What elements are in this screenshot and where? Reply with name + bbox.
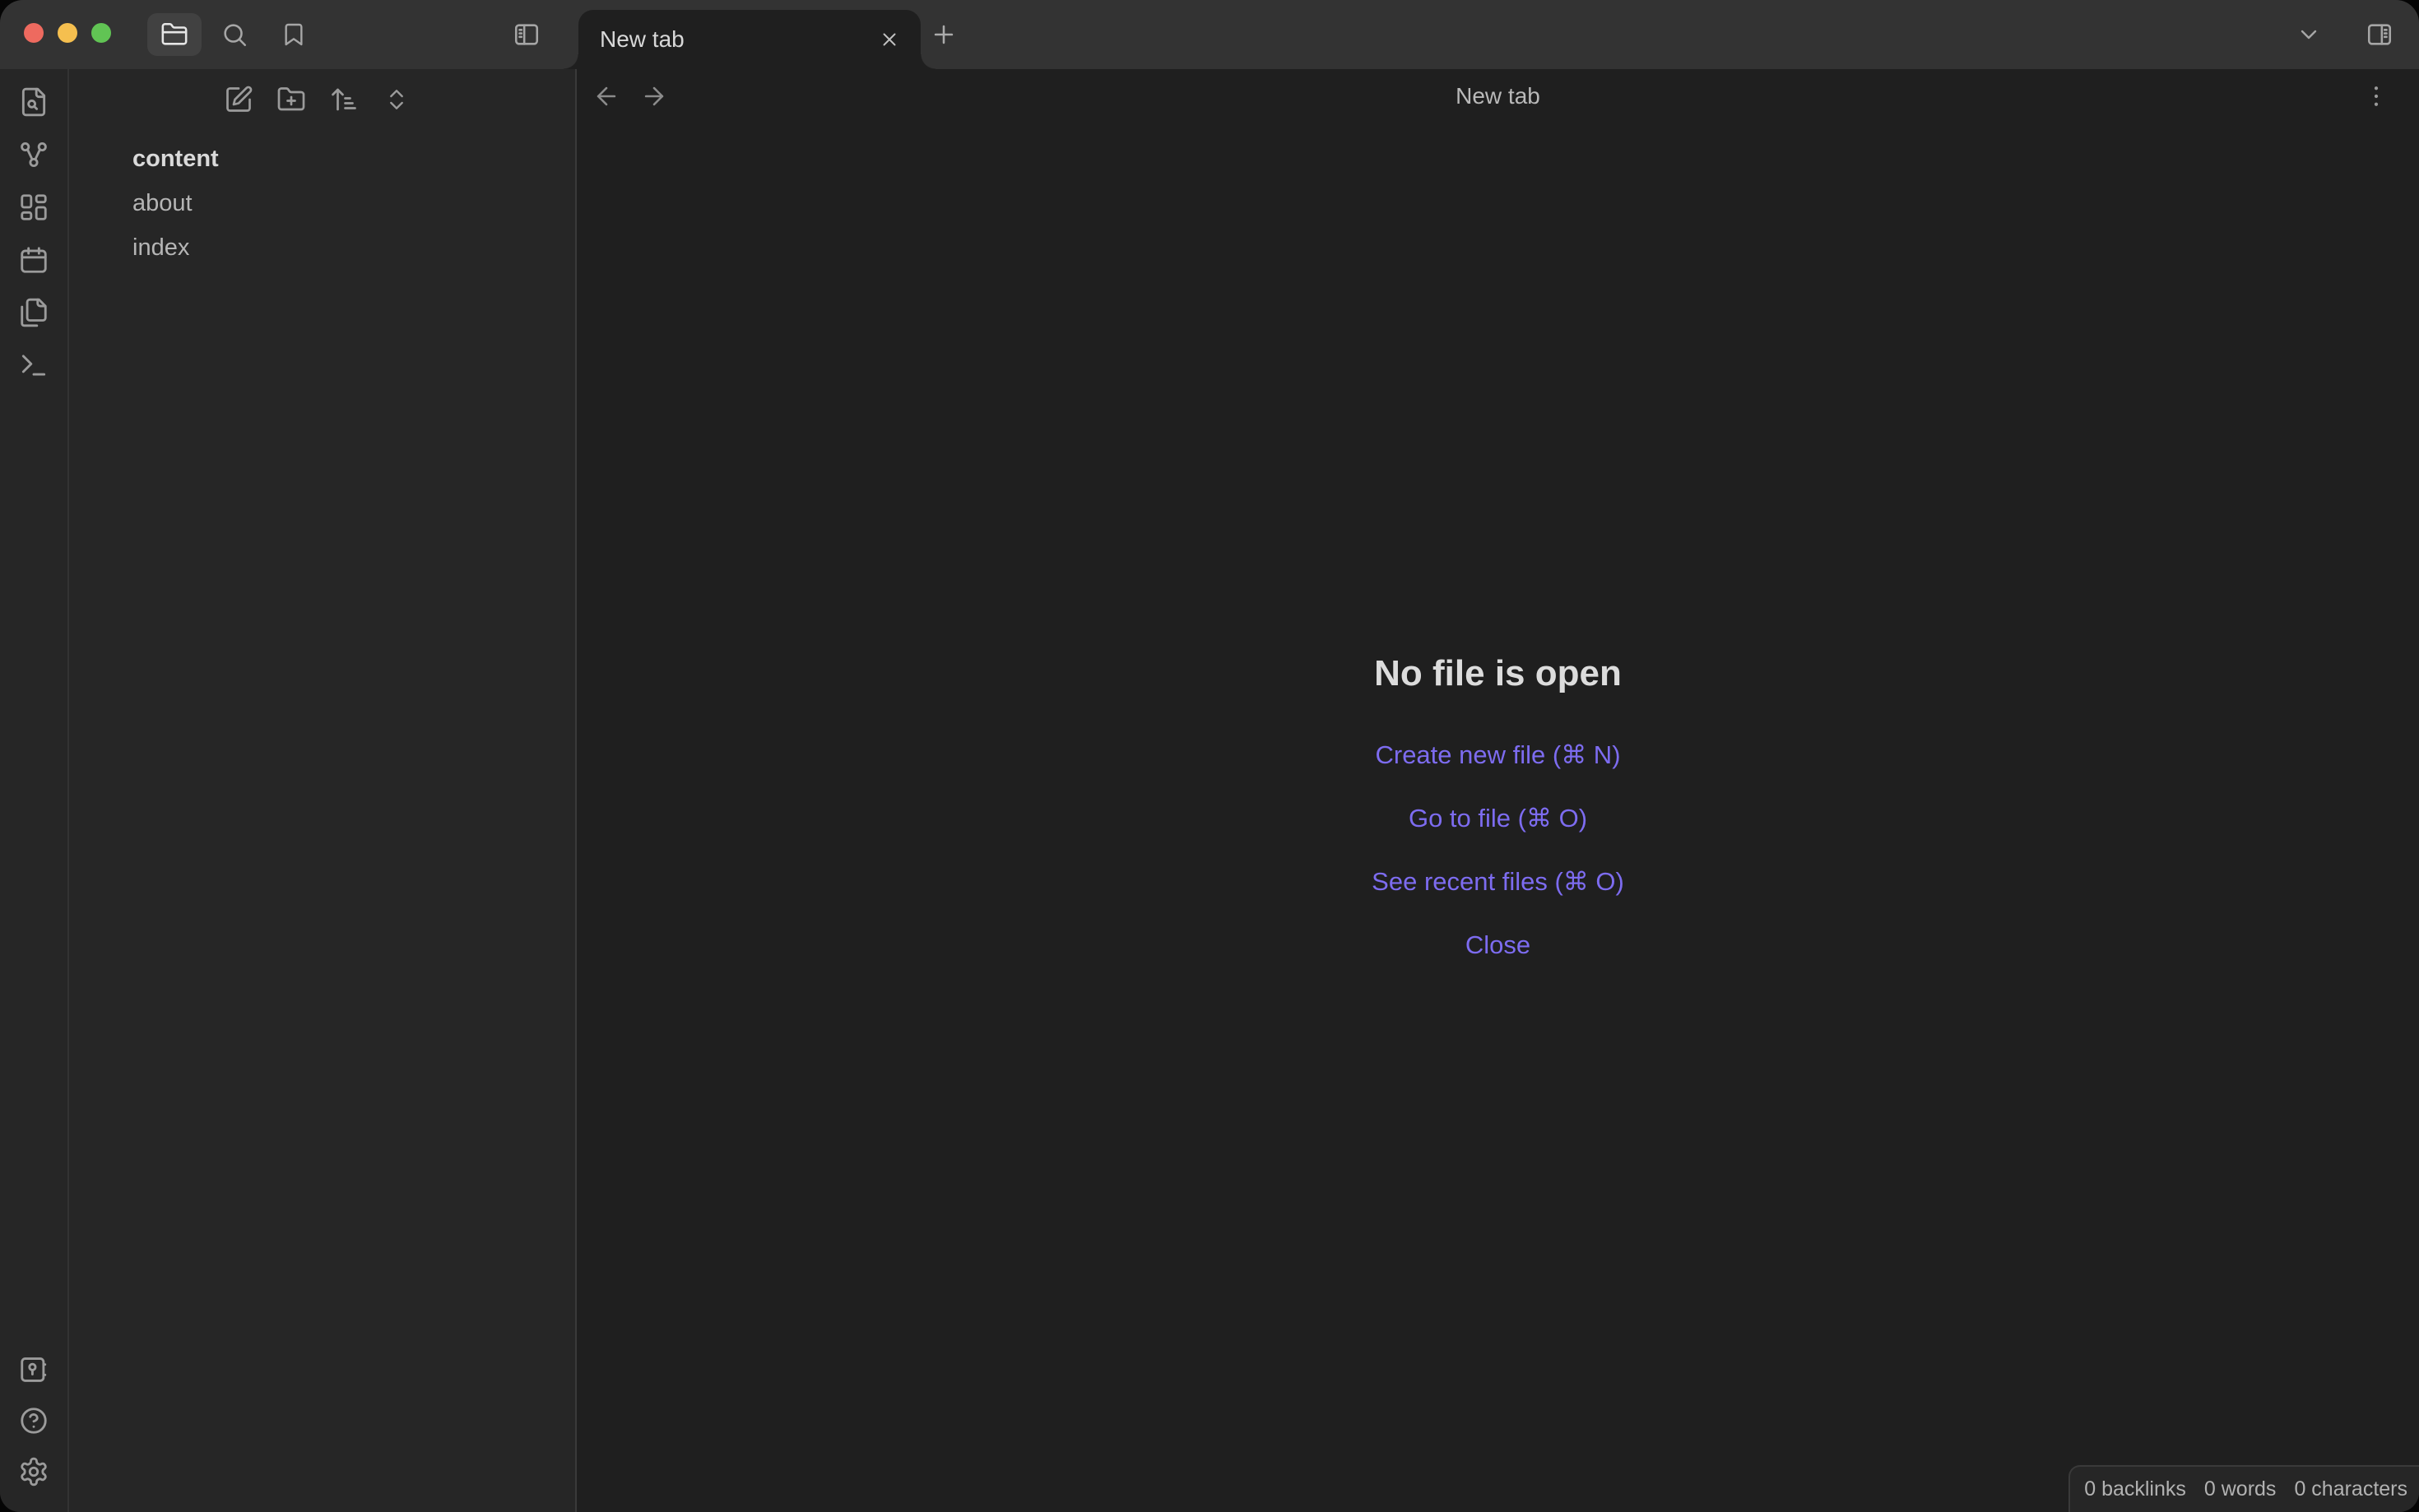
settings-icon xyxy=(18,1456,49,1487)
search-icon xyxy=(221,21,248,49)
new-note-button[interactable] xyxy=(223,84,254,115)
new-tab-button[interactable] xyxy=(925,16,963,53)
panel-left-icon xyxy=(513,21,541,49)
close-icon xyxy=(879,29,900,50)
file-item-index[interactable]: index xyxy=(82,225,562,270)
workspace: content about index New tab No file is o… xyxy=(0,69,2419,1512)
ribbon-item-canvas[interactable] xyxy=(18,192,49,223)
file-explorer-panel: content about index xyxy=(69,69,577,1512)
view-header-title: New tab xyxy=(1456,83,1540,109)
sort-order-button[interactable] xyxy=(328,84,360,115)
ribbon-item-vault-switcher[interactable] xyxy=(18,1354,49,1385)
tab-new-tab[interactable]: New tab xyxy=(564,10,936,69)
new-folder-icon xyxy=(276,85,306,114)
empty-state-heading: No file is open xyxy=(1374,652,1622,693)
bookmark-icon xyxy=(281,21,307,48)
status-bar: 0 backlinks 0 words 0 characters xyxy=(2068,1465,2419,1512)
titlebar: New tab xyxy=(0,0,2419,69)
file-search-icon xyxy=(18,86,49,118)
bookmarks-view-button[interactable] xyxy=(275,13,313,56)
forward-icon xyxy=(640,82,668,110)
plus-icon xyxy=(930,21,958,49)
file-name: about xyxy=(132,189,193,216)
new-note-icon xyxy=(224,85,253,114)
file-item-about[interactable]: about xyxy=(82,181,562,225)
new-folder-button[interactable] xyxy=(276,84,307,115)
tab-list-dropdown-button[interactable] xyxy=(2290,13,2328,56)
help-icon xyxy=(18,1405,49,1436)
graph-icon xyxy=(18,139,49,170)
ribbon-item-daily-note[interactable] xyxy=(18,244,49,276)
minimize-window-button[interactable] xyxy=(58,23,77,43)
ribbon-item-terminal[interactable] xyxy=(18,350,49,381)
create-new-file-link[interactable]: Create new file (⌘ N) xyxy=(1375,740,1620,770)
folder-name: content xyxy=(132,145,219,172)
ribbon-item-file-search[interactable] xyxy=(18,86,49,118)
tab-close-button[interactable] xyxy=(871,21,908,58)
canvas-icon xyxy=(18,192,49,223)
toggle-right-sidebar-button[interactable] xyxy=(2361,13,2398,56)
collapse-icon xyxy=(383,86,410,113)
file-list: content about index xyxy=(69,137,575,270)
terminal-icon xyxy=(18,350,49,381)
panel-right-icon xyxy=(2366,21,2393,49)
character-count: 0 characters xyxy=(2294,1477,2407,1500)
vault-icon xyxy=(18,1354,49,1385)
more-icon xyxy=(2361,81,2391,111)
go-to-file-link[interactable]: Go to file (⌘ O) xyxy=(1409,804,1587,833)
main-pane: New tab No file is open Create new file … xyxy=(577,69,2419,1512)
empty-state-actions: Create new file (⌘ N) Go to file (⌘ O) S… xyxy=(1372,740,1624,960)
ribbon-item-templates[interactable] xyxy=(18,297,49,328)
file-explorer-toolbar xyxy=(69,69,575,115)
close-link[interactable]: Close xyxy=(1465,930,1530,960)
folder-icon xyxy=(160,21,188,49)
sort-icon xyxy=(329,85,359,114)
tab-title: New tab xyxy=(600,26,685,52)
ribbon-item-settings[interactable] xyxy=(18,1456,49,1487)
search-view-button[interactable] xyxy=(216,13,253,56)
view-header: New tab xyxy=(577,69,2419,123)
see-recent-files-link[interactable]: See recent files (⌘ O) xyxy=(1372,867,1624,897)
word-count: 0 words xyxy=(2203,1477,2277,1500)
empty-state: No file is open Create new file (⌘ N) Go… xyxy=(577,123,2419,1512)
ribbon-bottom-group xyxy=(18,1354,49,1487)
ribbon-item-graph-view[interactable] xyxy=(18,139,49,170)
toggle-left-sidebar-button[interactable] xyxy=(508,13,546,56)
navigate-back-button[interactable] xyxy=(588,78,624,114)
collapse-all-button[interactable] xyxy=(381,84,412,115)
navigate-forward-button[interactable] xyxy=(636,78,672,114)
templates-icon xyxy=(18,297,49,328)
ribbon-top-group xyxy=(18,86,49,381)
calendar-icon xyxy=(18,244,49,276)
zoom-window-button[interactable] xyxy=(91,23,111,43)
folder-item-content[interactable]: content xyxy=(82,137,562,181)
ribbon xyxy=(0,69,69,1512)
files-view-button[interactable] xyxy=(147,13,202,56)
backlinks-count[interactable]: 0 backlinks xyxy=(2084,1477,2186,1501)
ribbon-item-help[interactable] xyxy=(18,1405,49,1436)
chevron-down-icon xyxy=(2296,21,2322,48)
close-window-button[interactable] xyxy=(24,23,44,43)
obsidian-window: New tab content about index New tab No f… xyxy=(0,0,2419,1512)
more-options-button[interactable] xyxy=(2358,78,2394,114)
file-name: index xyxy=(132,234,190,261)
back-icon xyxy=(592,82,620,110)
